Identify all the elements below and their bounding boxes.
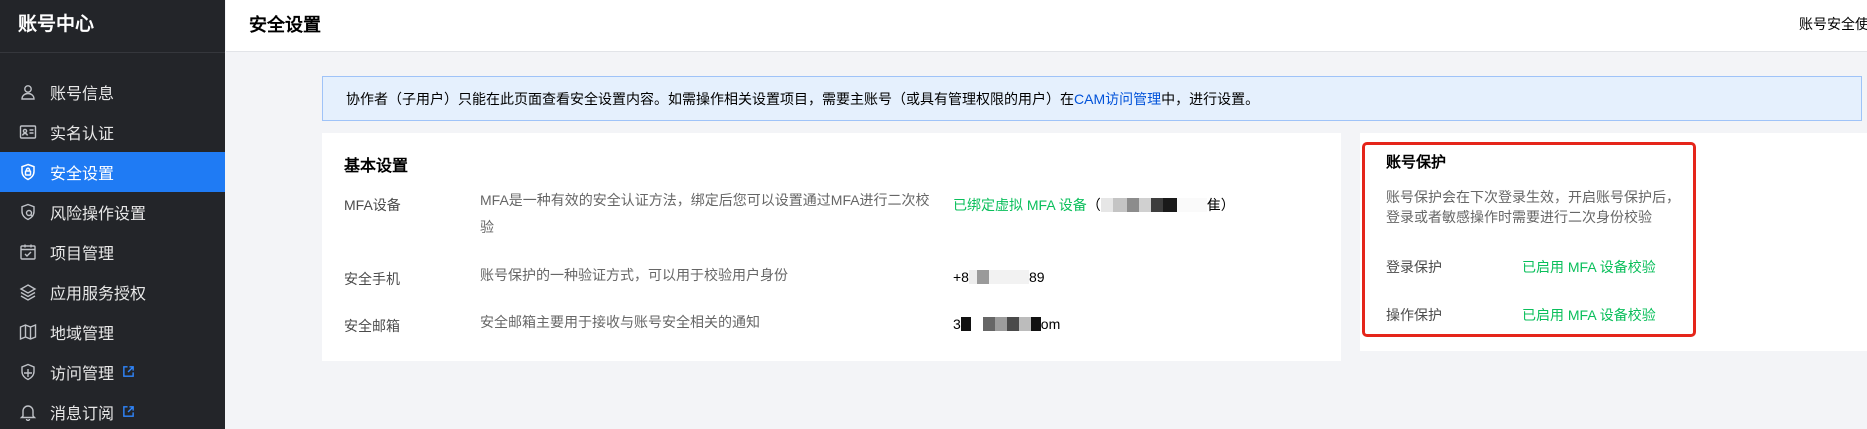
- mfa-paren-close: 隹）: [1206, 197, 1235, 213]
- email-value: 3 om: [953, 316, 1060, 332]
- calendar-check-icon: [18, 242, 38, 262]
- external-link-icon: [122, 405, 136, 419]
- info-notice: 协作者（子用户）只能在此页面查看安全设置内容。如需操作相关设置项目，需要主账号（…: [322, 76, 1862, 121]
- mfa-paren-open: （: [1086, 197, 1101, 213]
- email-label: 安全邮箱: [344, 318, 400, 334]
- email-description: 安全邮箱主要用于接收与账号安全相关的通知: [480, 314, 760, 330]
- sidebar-item-label: 实名认证: [50, 126, 115, 143]
- sidebar-item-projects[interactable]: 项目管理: [0, 232, 225, 272]
- basic-settings-title: 基本设置: [344, 158, 409, 175]
- mfa-description: MFA是一种有效的安全认证方法，绑定后您可以设置通过MFA进行二次校验: [480, 192, 930, 235]
- user-icon: [18, 82, 38, 102]
- phone-description: 账号保护的一种验证方式，可以用于校验用户身份: [480, 267, 788, 283]
- sidebar-item-risk-settings[interactable]: 风险操作设置: [0, 192, 225, 232]
- shield-lock-icon: [18, 162, 38, 182]
- sidebar-item-label: 账号信息: [50, 86, 115, 103]
- header-right-link[interactable]: 账号安全使: [1799, 13, 1867, 35]
- phone-prefix: +8: [953, 269, 969, 285]
- masked-device-name: [1100, 198, 1207, 212]
- email-suffix: om: [1040, 316, 1061, 332]
- id-card-icon: [18, 122, 38, 142]
- notice-text-suffix: 中，进行设置。: [1161, 90, 1260, 107]
- mfa-label: MFA设备: [344, 197, 401, 213]
- masked-email: [960, 317, 1041, 331]
- basic-settings-panel: 基本设置 MFA设备 MFA是一种有效的安全认证方法，绑定后您可以设置通过MFA…: [322, 133, 1341, 361]
- highlight-box: [1362, 142, 1696, 337]
- page-title: 安全设置: [249, 15, 321, 35]
- sidebar-item-label: 消息订阅: [50, 406, 115, 423]
- sidebar-item-label: 访问管理: [50, 366, 115, 383]
- sidebar-item-app-auth[interactable]: 应用服务授权: [0, 272, 225, 312]
- sidebar-item-access[interactable]: 访问管理: [0, 352, 225, 392]
- sidebar: 账号中心 账号信息 实名认证 安全设置 风险操作设置 项目管理 应用服务授权 地…: [0, 0, 225, 429]
- sidebar-item-label: 项目管理: [50, 246, 115, 263]
- sidebar-divider: [0, 52, 225, 53]
- sidebar-item-regions[interactable]: 地域管理: [0, 312, 225, 352]
- cam-access-link[interactable]: CAM访问管理: [1074, 89, 1161, 109]
- email-prefix: 3: [953, 316, 961, 332]
- sidebar-item-label: 安全设置: [50, 166, 115, 183]
- sidebar-item-label: 风险操作设置: [50, 206, 147, 223]
- access-shield-icon: [18, 362, 38, 382]
- sidebar-item-account-info[interactable]: 账号信息: [0, 72, 225, 112]
- mfa-value: 已绑定虚拟 MFA 设备 （ 隹）: [953, 195, 1235, 215]
- phone-label: 安全手机: [344, 271, 400, 287]
- sidebar-title: 账号中心: [18, 14, 95, 35]
- bell-icon: [18, 402, 38, 422]
- sidebar-item-label: 应用服务授权: [50, 286, 147, 303]
- phone-value: +8 89: [953, 269, 1045, 285]
- masked-phone: [968, 270, 1029, 284]
- sidebar-item-security[interactable]: 安全设置: [0, 152, 225, 192]
- sidebar-item-real-name[interactable]: 实名认证: [0, 112, 225, 152]
- layers-icon: [18, 282, 38, 302]
- page-header: 安全设置 账号安全使: [226, 0, 1867, 52]
- external-link-icon: [122, 365, 136, 379]
- sidebar-item-label: 地域管理: [50, 326, 115, 343]
- sidebar-item-subscriptions[interactable]: 消息订阅: [0, 392, 225, 429]
- map-icon: [18, 322, 38, 342]
- notice-text-prefix: 协作者（子用户）只能在此页面查看安全设置内容。如需操作相关设置项目，需要主账号（…: [346, 90, 1074, 107]
- shield-warning-icon: [18, 202, 38, 222]
- mfa-status[interactable]: 已绑定虚拟 MFA 设备: [953, 195, 1087, 215]
- phone-suffix: 89: [1028, 269, 1045, 285]
